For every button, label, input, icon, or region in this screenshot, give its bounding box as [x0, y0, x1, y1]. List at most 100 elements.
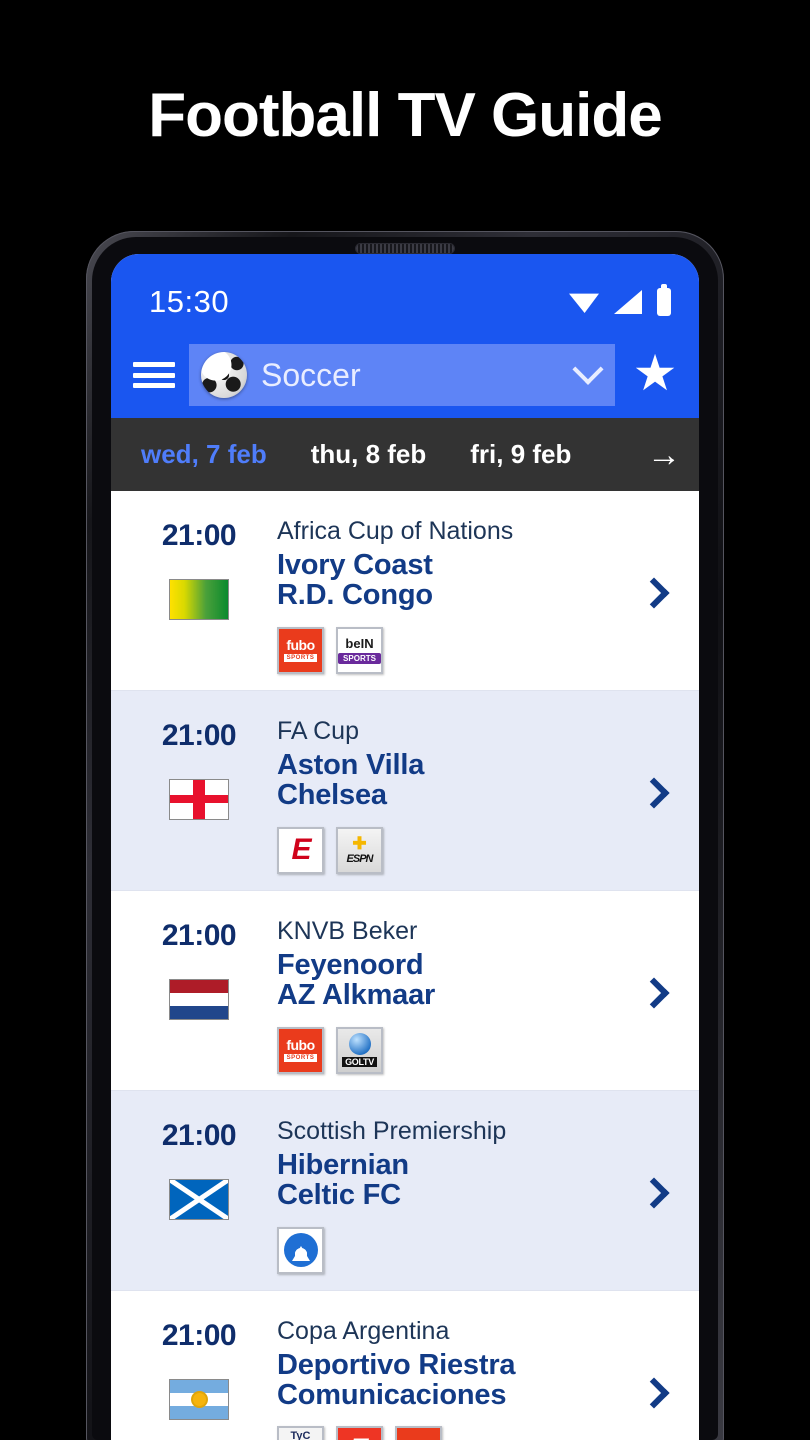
table-row[interactable]: 21:00 Scottish Premiership Hibernian Cel…	[111, 1090, 699, 1291]
channel-logo-espn-plus[interactable]: ✚ ESPN	[336, 826, 383, 874]
channel-logo-fubo-sports[interactable]: fubo SPORTS	[277, 626, 324, 674]
table-row[interactable]: 21:00 FA Cup Aston Villa Chelsea E ✚ ESP…	[111, 690, 699, 891]
open-match-button[interactable]	[623, 1313, 685, 1440]
phone-screen: 15:30 Soccer ★ wed, 7 feb thu, 8 feb fri…	[111, 254, 699, 1440]
bein-wordmark: beIN	[345, 635, 374, 651]
match-time: 21:00	[161, 1118, 237, 1152]
match-time: 21:00	[161, 718, 237, 752]
match-time-and-flag: 21:00	[125, 1313, 273, 1440]
competition-name: KNVB Beker	[277, 916, 418, 945]
phone-device-frame: 15:30 Soccer ★ wed, 7 feb thu, 8 feb fri…	[86, 231, 724, 1440]
open-match-button[interactable]	[623, 713, 685, 874]
match-time: 21:00	[161, 1318, 237, 1352]
england-flag	[169, 778, 229, 820]
date-tab-thu[interactable]: thu, 8 feb	[289, 439, 449, 470]
away-team-name: AZ Alkmaar	[277, 979, 436, 1012]
match-time-and-flag: 21:00	[125, 713, 273, 874]
goltv-wordmark: GOLTV	[342, 1057, 377, 1068]
next-dates-arrow-icon[interactable]: →	[639, 438, 699, 472]
open-match-button[interactable]	[623, 1113, 685, 1274]
match-time-and-flag: 21:00	[125, 1113, 273, 1274]
wifi-icon	[569, 293, 599, 313]
table-row[interactable]: 21:00 Copa Argentina Deportivo Riestra C…	[111, 1290, 699, 1440]
ivory-coast-flag	[169, 579, 229, 620]
competition-name: Africa Cup of Nations	[277, 517, 514, 545]
status-clock: 15:30	[149, 284, 230, 319]
match-details: KNVB Beker Feyenoord AZ Alkmaar fubo SPO…	[273, 913, 623, 1074]
fubo-subtext: SPORTS	[283, 654, 318, 663]
earpiece-speaker	[356, 244, 454, 253]
app-bar: Soccer ★	[111, 332, 699, 418]
date-tab-wed[interactable]: wed, 7 feb	[119, 439, 289, 470]
espn-plus-icon: ✚	[352, 834, 367, 854]
channel-logo-goltv[interactable]: GOLTV	[336, 1026, 383, 1074]
match-time: 21:00	[161, 918, 237, 952]
channel-logo-list	[277, 1226, 623, 1274]
fubo-subtext: SPORTS	[283, 1054, 318, 1063]
soccer-ball-icon	[201, 352, 247, 398]
away-team-name: Comunicaciones	[277, 1378, 507, 1411]
chevron-right-icon	[638, 777, 670, 809]
chevron-right-icon	[638, 977, 670, 1009]
channel-logo-canal-7[interactable]: 7	[336, 1426, 383, 1440]
channel-logo-fubo-sports[interactable]: fubo SPORTS	[395, 1426, 442, 1440]
sport-selector-value: Soccer	[261, 356, 361, 393]
chevron-right-icon	[638, 1177, 670, 1209]
open-match-button[interactable]	[623, 913, 685, 1074]
away-team-name: Chelsea	[277, 779, 387, 812]
argentina-flag	[169, 1378, 229, 1420]
channel-logo-list: fubo SPORTS GOLTV	[277, 1026, 623, 1074]
match-time-and-flag: 21:00	[125, 913, 273, 1074]
match-details: Copa Argentina Deportivo Riestra Comunic…	[273, 1313, 623, 1440]
status-bar: 15:30	[111, 254, 699, 332]
scotland-flag	[169, 1178, 229, 1220]
home-team-name: Ivory Coast	[277, 549, 433, 581]
channel-logo-espn[interactable]: E	[277, 826, 324, 874]
home-team-name: Hibernian	[277, 1148, 409, 1181]
channel-logo-list: E ✚ ESPN	[277, 826, 623, 874]
match-list: 21:00 Africa Cup of Nations Ivory Coast …	[111, 491, 699, 1440]
open-match-button[interactable]	[623, 513, 685, 674]
battery-icon	[657, 284, 671, 316]
chevron-right-icon	[638, 577, 670, 609]
date-tab-bar: wed, 7 feb thu, 8 feb fri, 9 feb →	[111, 418, 699, 491]
match-details: Scottish Premiership Hibernian Celtic FC	[273, 1113, 623, 1274]
status-icon-group	[569, 284, 671, 316]
fubo-wordmark: fubo	[286, 637, 315, 654]
competition-name: Copa Argentina	[277, 1316, 450, 1345]
hamburger-menu-icon[interactable]	[133, 359, 175, 391]
channel-logo-bein-sports[interactable]: beIN SPORTS	[336, 626, 383, 674]
competition-name: Scottish Premiership	[277, 1116, 507, 1145]
espn-wordmark: E	[291, 833, 311, 867]
table-row[interactable]: 21:00 Africa Cup of Nations Ivory Coast …	[111, 491, 699, 691]
table-row[interactable]: 21:00 KNVB Beker Feyenoord AZ Alkmaar fu…	[111, 890, 699, 1091]
screenshot-root: Football TV Guide 15:30 Soccer ★ wed, 7 …	[0, 0, 810, 1440]
bein-subtext: SPORTS	[338, 652, 381, 664]
netherlands-flag	[169, 978, 229, 1020]
channel-logo-list: fubo SPORTS beIN SPORTS	[277, 626, 623, 674]
match-time-and-flag: 21:00	[125, 513, 273, 674]
star-icon[interactable]: ★	[629, 348, 681, 401]
home-team-name: Deportivo Riestra	[277, 1348, 516, 1381]
espn-plus-wordmark: ESPN	[346, 853, 374, 866]
date-tab-fri[interactable]: fri, 9 feb	[448, 439, 593, 470]
match-details: Africa Cup of Nations Ivory Coast R.D. C…	[273, 513, 623, 674]
signal-icon	[614, 290, 642, 314]
goltv-orb-icon	[348, 1033, 371, 1056]
channel-logo-list: TyC Sports INTERNACIONAL USA 7 fubo SPOR…	[277, 1426, 623, 1440]
match-details: FA Cup Aston Villa Chelsea E ✚ ESPN	[273, 713, 623, 874]
competition-name: FA Cup	[277, 716, 359, 745]
away-team-name: R.D. Congo	[277, 579, 433, 612]
away-team-name: Celtic FC	[277, 1179, 401, 1212]
fubo-wordmark: fubo	[286, 1037, 315, 1054]
home-team-name: Aston Villa	[277, 748, 425, 781]
chevron-down-icon	[572, 353, 604, 385]
channel-logo-fubo-sports[interactable]: fubo SPORTS	[277, 1026, 324, 1074]
tyc-wordmark-line1: TyC	[290, 1430, 311, 1440]
channel-logo-tyc-sports[interactable]: TyC Sports INTERNACIONAL USA	[277, 1426, 324, 1440]
sport-selector-dropdown[interactable]: Soccer	[189, 344, 615, 406]
phone-bezel: 15:30 Soccer ★ wed, 7 feb thu, 8 feb fri…	[92, 237, 718, 1440]
match-time: 21:00	[161, 519, 237, 552]
home-team-name: Feyenoord	[277, 948, 424, 981]
channel-logo-paramount-plus[interactable]	[277, 1226, 324, 1274]
